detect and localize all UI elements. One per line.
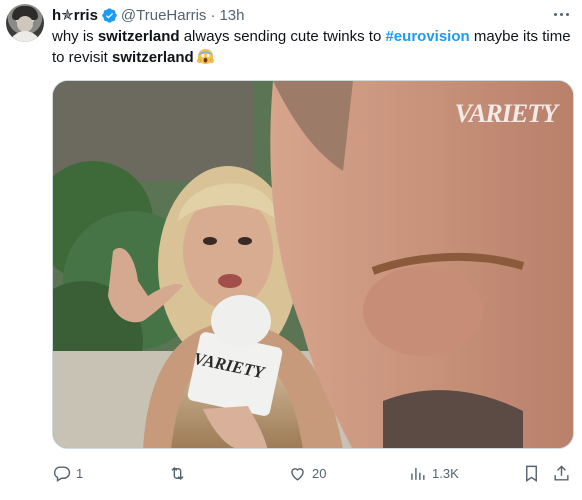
avatar[interactable] <box>6 4 44 42</box>
hashtag-link[interactable]: #eurovision <box>385 28 469 45</box>
bookmark-button[interactable] <box>522 460 541 486</box>
reply-button[interactable]: 1 <box>52 460 83 486</box>
more-icon[interactable] <box>550 4 572 24</box>
separator-dot: · <box>210 6 216 24</box>
reply-icon <box>53 465 71 482</box>
views-count: 1.3K <box>432 465 459 481</box>
verified-badge-icon <box>101 7 118 24</box>
tweet-header: h✯rris @TrueHarris · 13h <box>52 5 244 25</box>
repost-button[interactable] <box>168 460 192 486</box>
display-name[interactable]: h✯rris <box>52 6 98 24</box>
tweet-text-bold: switzerland <box>97 28 180 45</box>
timestamp[interactable]: 13h <box>219 7 244 24</box>
views-button[interactable]: 1.3K <box>408 460 459 486</box>
action-bar: 1 20 1.3K <box>52 460 572 486</box>
avatar-body <box>9 31 41 42</box>
tweet-text-bold: switzerland <box>112 49 194 66</box>
views-icon <box>411 467 425 480</box>
like-button[interactable]: 20 <box>288 460 326 486</box>
like-count: 20 <box>312 465 327 481</box>
tweet-video[interactable]: VARIETY VARIETY <box>52 80 574 449</box>
tweet-text-part: always sending cute twinks to <box>179 28 386 45</box>
user-handle[interactable]: @TrueHarris <box>121 7 207 24</box>
avatar-face <box>17 16 33 32</box>
share-icon <box>554 464 569 481</box>
tweet-text-part: why is <box>52 28 98 45</box>
video-watermark: VARIETY <box>454 99 558 128</box>
bookmark-icon <box>526 465 537 482</box>
tweet-text: why is switzerland always sending cute t… <box>52 26 572 68</box>
reply-count: 1 <box>76 465 84 481</box>
like-icon <box>291 467 304 481</box>
share-button[interactable] <box>552 460 571 486</box>
repost-icon <box>171 466 184 480</box>
video-frame <box>53 81 573 448</box>
face-screaming-emoji-icon <box>196 48 214 65</box>
